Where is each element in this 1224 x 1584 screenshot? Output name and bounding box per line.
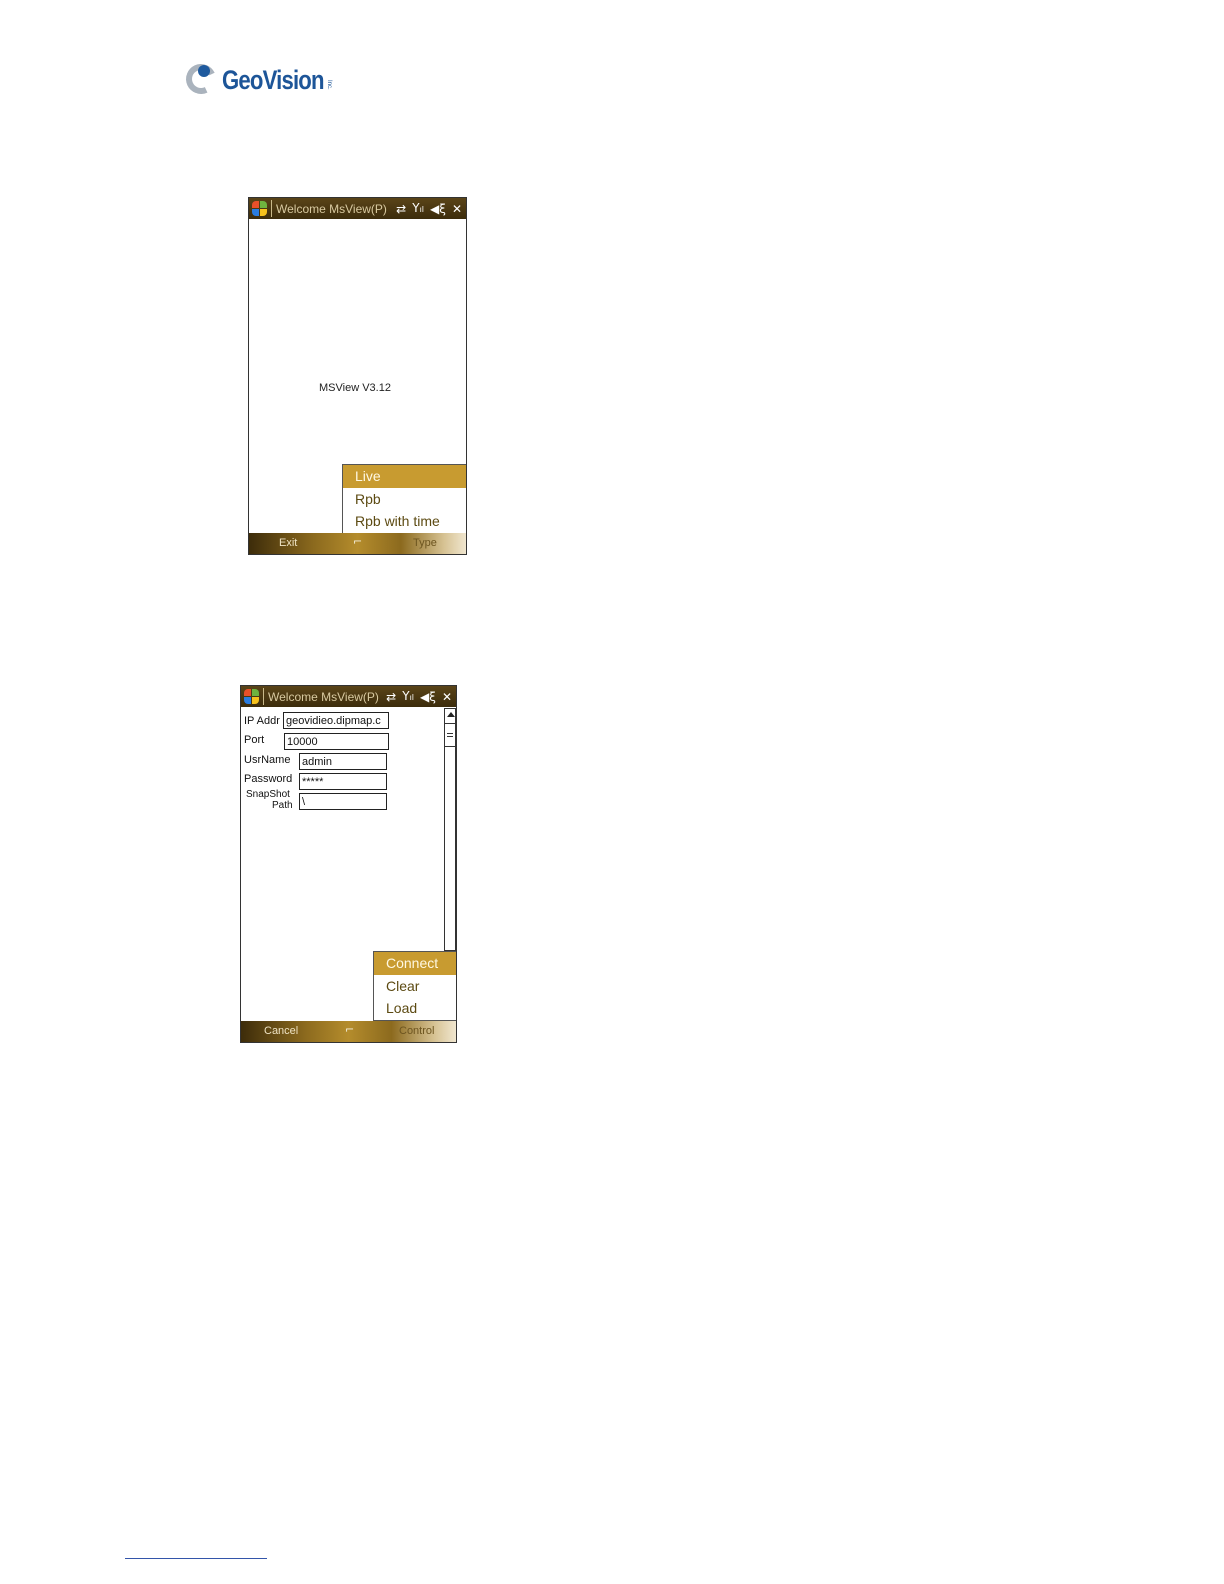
- scroll-thumb[interactable]: [445, 723, 455, 747]
- password-field[interactable]: *****: [299, 773, 387, 790]
- snapshot-path-label: Path: [272, 800, 293, 811]
- menu-item-rpb[interactable]: Rpb: [343, 488, 466, 511]
- menu-item-connect[interactable]: Connect: [374, 952, 456, 975]
- scroll-up-icon[interactable]: [447, 712, 455, 717]
- softkey-exit[interactable]: Exit: [279, 537, 297, 549]
- speaker-mute-icon[interactable]: ◀ξ: [420, 689, 436, 705]
- softkey-bar: Cancel ⌐ Control: [241, 1021, 456, 1042]
- ip-addr-field[interactable]: geovidieo.dipmap.c: [283, 712, 389, 729]
- scrollbar[interactable]: [444, 708, 456, 951]
- footer-rule: [125, 1558, 267, 1559]
- menu-item-clear[interactable]: Clear: [374, 975, 456, 998]
- start-menu-icon[interactable]: [244, 689, 259, 704]
- close-icon[interactable]: ✕: [452, 201, 462, 217]
- softkey-cancel[interactable]: Cancel: [264, 1025, 298, 1037]
- control-menu: Connect Clear Load: [373, 951, 456, 1021]
- close-icon[interactable]: ✕: [442, 689, 452, 705]
- username-label: UsrName: [244, 754, 291, 766]
- softkey-bar: Exit ⌐ Type: [249, 533, 466, 554]
- port-field[interactable]: 10000: [284, 733, 389, 750]
- softkey-type[interactable]: Type: [413, 537, 437, 549]
- title-bar: Welcome MsView(P) ⇄ Yıl ◀ξ ✕: [241, 686, 456, 707]
- password-label: Password: [244, 773, 293, 785]
- signal-icon[interactable]: Yıl: [402, 688, 414, 706]
- connectivity-icon[interactable]: ⇄: [396, 201, 406, 217]
- username-field[interactable]: admin: [299, 753, 387, 770]
- start-menu-icon[interactable]: [252, 201, 267, 216]
- window-title: Welcome MsView(P): [268, 689, 379, 704]
- ip-addr-label: IP Addr: [244, 715, 280, 727]
- port-label: Port: [244, 734, 265, 746]
- signal-icon[interactable]: Yıl: [412, 200, 424, 218]
- geovision-logo: GeoVision Inc.: [181, 59, 333, 100]
- menu-item-rpb-with-time[interactable]: Rpb with time: [343, 510, 466, 533]
- screen-login: Welcome MsView(P) ⇄ Yıl ◀ξ ✕ IP Addr geo…: [240, 685, 457, 1043]
- version-label: MSView V3.12: [319, 382, 391, 394]
- title-bar: Welcome MsView(P) ⇄ Yıl ◀ξ ✕: [249, 198, 466, 219]
- connectivity-icon[interactable]: ⇄: [386, 689, 396, 705]
- softkey-control[interactable]: Control: [399, 1025, 434, 1037]
- keyboard-toggle-icon[interactable]: ⌐: [345, 1023, 354, 1036]
- menu-item-load[interactable]: Load: [374, 997, 456, 1020]
- snapshot-path-field[interactable]: \: [299, 793, 387, 810]
- screen-welcome: Welcome MsView(P) ⇄ Yıl ◀ξ ✕ MSView V3.1…: [248, 197, 467, 555]
- type-menu: Live Rpb Rpb with time: [342, 464, 466, 534]
- logo-mark-icon: [181, 59, 221, 99]
- keyboard-toggle-icon[interactable]: ⌐: [353, 535, 362, 548]
- menu-item-live[interactable]: Live: [343, 465, 466, 488]
- logo-suffix: Inc.: [326, 80, 333, 90]
- speaker-mute-icon[interactable]: ◀ξ: [430, 201, 446, 217]
- window-title: Welcome MsView(P): [276, 201, 387, 216]
- snapshot-label: SnapShot: [246, 789, 290, 800]
- logo-text: GeoVision: [222, 64, 325, 95]
